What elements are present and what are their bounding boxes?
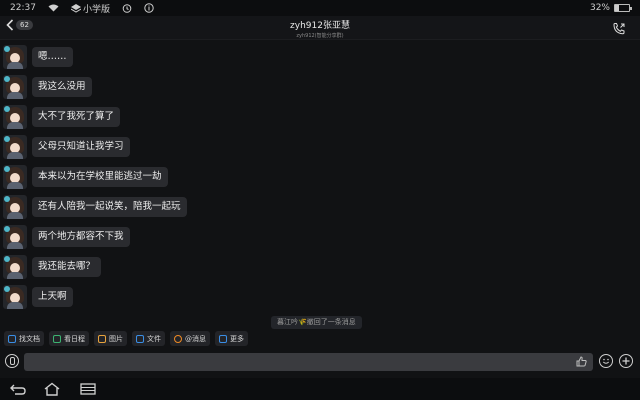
tool-label: @消息 [185,334,206,343]
message-row: 嗯…… [3,45,73,69]
avatar[interactable] [3,75,27,99]
tool-label: 图片 [109,334,123,343]
message-bubble[interactable]: 上天啊 [32,287,73,307]
smile-icon [602,358,610,364]
tool-label: 找文档 [19,334,40,343]
avatar[interactable] [3,135,27,159]
folder-icon [136,334,144,343]
mention-button[interactable]: @消息 [170,331,210,346]
avatar[interactable] [3,165,27,189]
message-row: 上天啊 [3,285,73,309]
avatar[interactable] [3,105,27,129]
plus-button[interactable] [619,354,633,368]
chat-header: 62 zyh912张亚慧 zyh912(智能分享群) [0,16,640,40]
app-mode-label: 小学版 [82,4,110,15]
message-input[interactable] [24,353,593,371]
image-button[interactable]: 图片 [94,331,127,346]
status-bar: 22:37 小学版 32% [0,0,640,16]
avatar[interactable] [3,285,27,309]
calendar-icon [53,334,61,343]
tool-label: 更多 [230,334,244,343]
more-icon [219,334,227,343]
chat-subtitle: zyh912(智能分享群) [296,33,344,39]
info-icon [144,3,154,13]
message-bubble[interactable]: 两个地方都容不下我 [32,227,130,247]
message-row: 大不了我死了算了 [3,105,121,129]
file-button[interactable]: 文件 [132,331,165,346]
message-row: 两个地方都容不下我 [3,225,130,249]
schedule-button[interactable]: 看日程 [49,331,89,346]
avatar[interactable] [3,225,27,249]
battery-fill [615,5,620,11]
avatar[interactable] [3,45,27,69]
chevron-left-icon [6,19,14,31]
find-docs-button[interactable]: 找文档 [4,331,44,346]
image-icon [98,334,106,343]
wifi-icon [48,4,59,12]
nav-back-button[interactable] [9,381,27,395]
message-row: 我这么没用 [3,75,92,99]
emoji-button[interactable] [599,354,613,368]
battery-icon [614,4,632,12]
message-bubble[interactable]: 我这么没用 [32,77,92,97]
layers-icon [70,3,81,13]
phone-call-button[interactable] [612,21,626,35]
at-icon [174,334,182,343]
unread-badge: 62 [16,20,33,30]
app-mode: 小学版 [70,2,110,15]
message-row: 父母只知道让我学习 [3,135,130,159]
message-bubble[interactable]: 父母只知道让我学习 [32,137,130,157]
nav-home-button[interactable] [43,381,61,396]
tool-label: 文件 [147,334,161,343]
phone-icon [613,23,625,35]
message-bubble[interactable]: 大不了我死了算了 [32,107,121,127]
avatar[interactable] [3,255,27,279]
quick-toolbar: 找文档 看日程 图片 文件 @消息 更多 [4,331,248,346]
message-row: 本来以为在学校里能逃过一劫 [3,165,168,189]
status-time: 22:37 [10,3,36,13]
alarm-icon [122,3,132,13]
back-button[interactable]: 62 [6,19,33,31]
nav-recents-button[interactable] [79,381,97,395]
voice-button[interactable] [5,354,19,368]
message-row: 我还能去哪？ [3,255,102,279]
avatar[interactable] [3,195,27,219]
document-icon [8,334,16,343]
message-bubble[interactable]: 嗯…… [32,47,73,67]
tool-label: 看日程 [64,334,85,343]
back-arrow-icon [10,384,26,395]
more-button[interactable]: 更多 [215,331,248,346]
chat-title-block: zyh912张亚慧 zyh912(智能分享群) [0,18,640,39]
battery-percent: 32% [589,3,610,13]
message-bubble[interactable]: 本来以为在学校里能逃过一劫 [32,167,168,187]
message-row: 还有人陪我一起说笑，陪我一起玩 [3,195,187,219]
message-bubble[interactable]: 我还能去哪？ [32,257,102,277]
chat-title: zyh912张亚慧 [290,21,350,31]
message-bubble[interactable]: 还有人陪我一起说笑，陪我一起玩 [32,197,187,217]
thumbs-up-icon[interactable] [576,356,587,367]
plus-icon [622,357,630,365]
home-icon [44,382,60,396]
input-bar [0,352,640,374]
recall-notice: 暮江吟🌾撤回了一条消息 [271,316,362,329]
navigation-bar [0,378,640,400]
recents-icon [80,383,96,395]
